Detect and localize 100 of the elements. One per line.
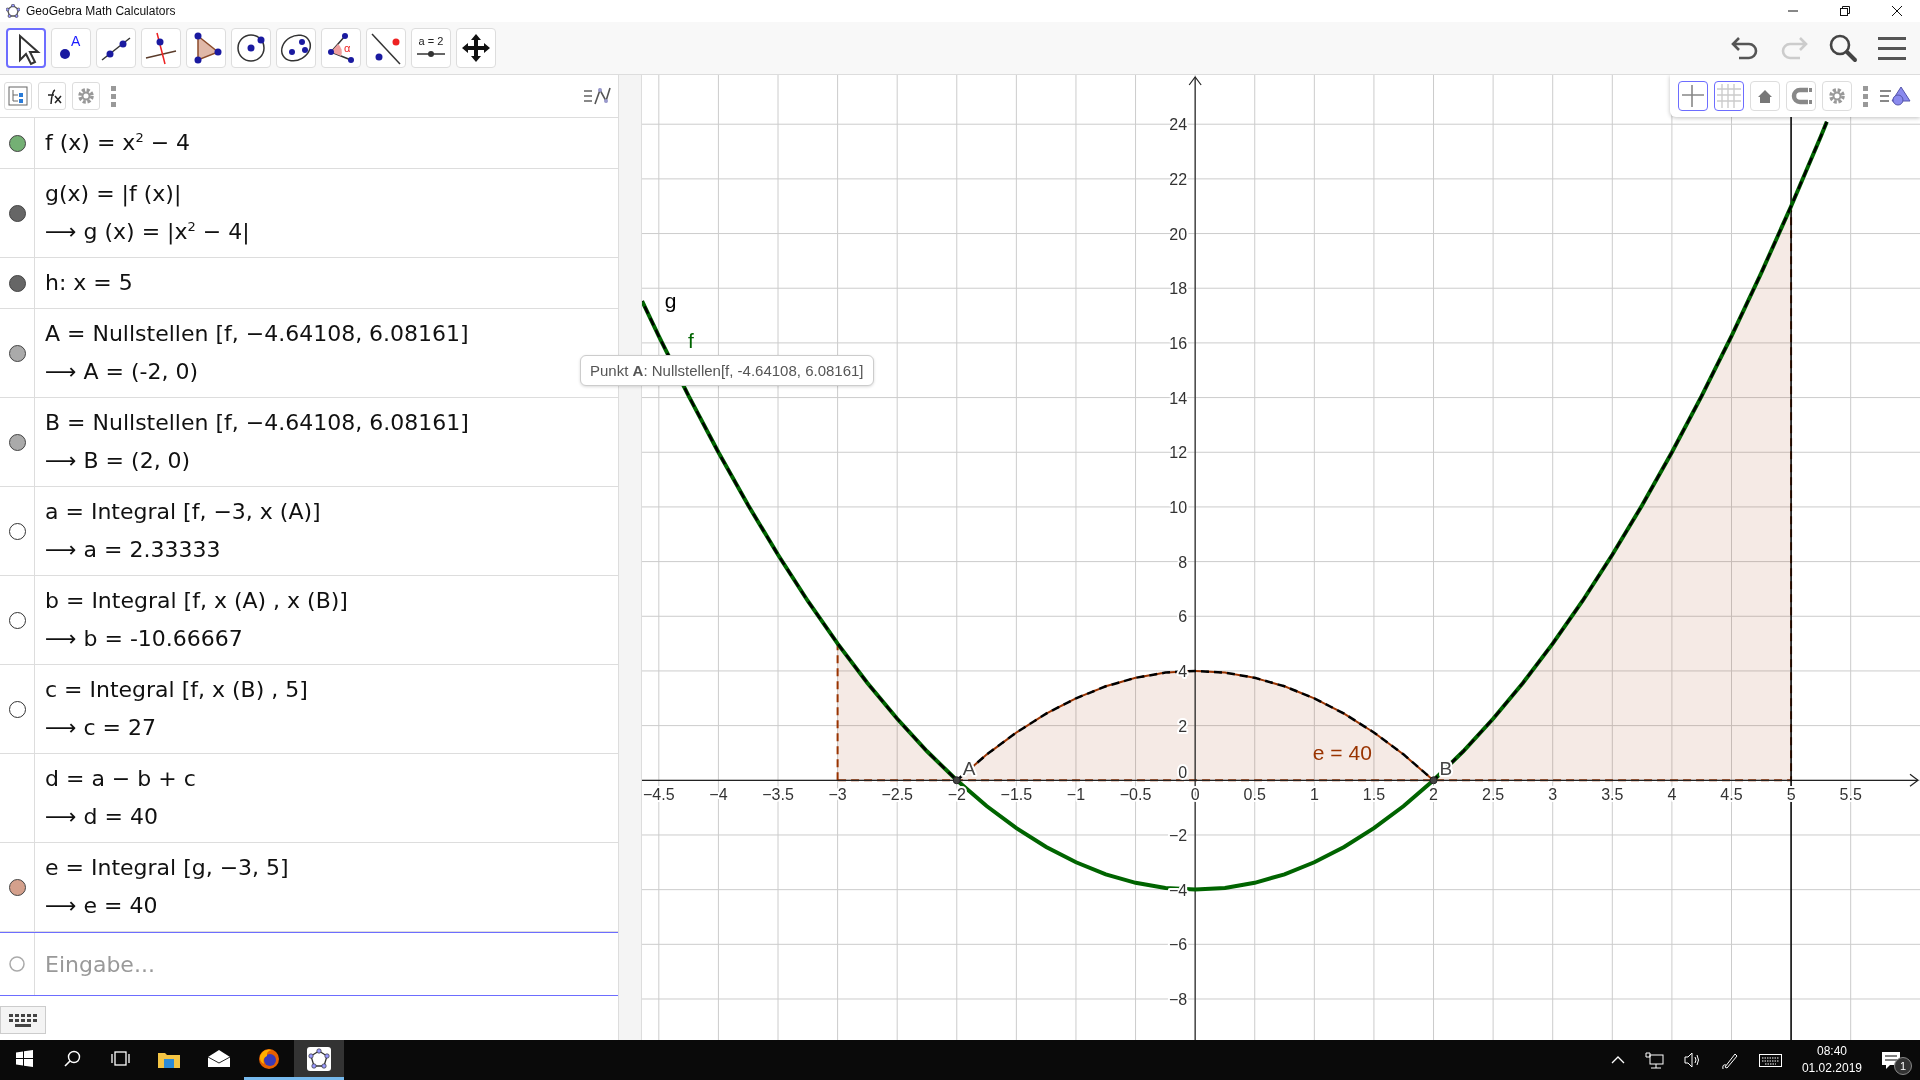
settings-button[interactable] xyxy=(72,82,100,110)
magnet-icon xyxy=(1790,86,1812,106)
curve-label: g xyxy=(664,288,677,312)
window-title: GeoGebra Math Calculators xyxy=(26,4,176,18)
input-field[interactable]: Eingabe... xyxy=(35,933,618,995)
result-text: ⟶ B = (2, 0) xyxy=(45,447,192,475)
windows-logo-icon xyxy=(15,1050,33,1067)
grid-button[interactable] xyxy=(1714,81,1744,111)
taskbar-app-button[interactable] xyxy=(294,1040,344,1080)
definition-text: h: x = 5 xyxy=(45,269,133,297)
more-icon xyxy=(1861,85,1869,107)
search-icon xyxy=(63,1050,81,1067)
tick-label: −0.5 xyxy=(1119,786,1152,804)
tick-label: 1.5 xyxy=(1362,786,1386,804)
shapes-icon xyxy=(1879,85,1911,107)
keyboard-icon xyxy=(9,1013,37,1027)
visibility-toggle[interactable] xyxy=(8,134,26,152)
result-text: ⟶ c = 27 xyxy=(45,714,158,742)
tick-label: 2.5 xyxy=(1482,786,1505,804)
pentagon-logo-icon xyxy=(307,1046,331,1071)
visibility-toggle[interactable] xyxy=(8,522,26,540)
tick-label: 5.5 xyxy=(1839,786,1862,804)
grid-icon xyxy=(1716,83,1742,109)
tick-label: −4 xyxy=(709,786,728,804)
tick-label: 2 xyxy=(1178,717,1188,735)
home-icon xyxy=(1756,87,1774,105)
result-text: ⟶ d = 40 xyxy=(45,803,159,831)
tick-label: 4 xyxy=(1667,786,1677,804)
tool-button[interactable] xyxy=(6,28,46,68)
chevron-up-icon xyxy=(1610,1055,1625,1065)
tick-label: −4.5 xyxy=(643,786,675,804)
tick-label: 18 xyxy=(1169,280,1188,298)
definition-text: b = Integral [f, x (A) , x (B)] xyxy=(45,587,348,615)
visibility-toggle[interactable] xyxy=(8,878,26,896)
tick-label: 0 xyxy=(1178,764,1188,782)
speaker-icon xyxy=(1683,1051,1701,1069)
formula-button[interactable] xyxy=(38,82,66,110)
definition-text: a = Integral [f, −3, x (A)] xyxy=(45,498,321,526)
tick-label: 16 xyxy=(1169,334,1188,352)
tooltip: Punkt A: Nullstellen[f, -4.64108, 6.08161] xyxy=(580,355,874,386)
tick-label: 12 xyxy=(1169,444,1188,462)
tick-label: 20 xyxy=(1169,225,1188,243)
clock-time: 08:40 xyxy=(1816,1043,1847,1060)
point-label: B xyxy=(1439,758,1453,780)
pentagon-logo-icon xyxy=(6,4,20,18)
definition-text: d = a − b + c xyxy=(45,765,196,793)
clock-date: 01.02.2019 xyxy=(1801,1060,1862,1077)
visibility-toggle[interactable] xyxy=(8,204,26,222)
algebra-view-button[interactable] xyxy=(4,82,32,110)
sort-graph-icon xyxy=(583,85,613,107)
perpendicular-line-icon xyxy=(143,30,179,66)
help-icon xyxy=(9,956,25,972)
definition-text: B = Nullstellen [f, −4.64108, 6.08161] xyxy=(45,409,469,437)
tick-label: 3 xyxy=(1548,786,1558,804)
close-icon xyxy=(1892,6,1902,16)
tick-label: −3 xyxy=(828,786,847,804)
tick-label: 22 xyxy=(1169,170,1188,188)
definition-text: A = Nullstellen [f, −4.64108, 6.08161] xyxy=(45,320,469,348)
settings-icon xyxy=(1827,86,1847,106)
tick-label: 14 xyxy=(1169,389,1188,407)
visibility-toggle[interactable] xyxy=(8,700,26,718)
visibility-toggle[interactable] xyxy=(8,274,26,292)
settings-button[interactable] xyxy=(1822,81,1852,111)
visibility-toggle[interactable] xyxy=(8,433,26,451)
redo-icon xyxy=(1780,34,1808,62)
keyboard-icon xyxy=(1758,1053,1782,1067)
icon-letter: A xyxy=(71,33,81,49)
point-marker[interactable] xyxy=(952,776,961,785)
icon-letter: α xyxy=(344,42,351,54)
notifications-button[interactable]: 1 xyxy=(1882,1043,1912,1077)
definition-text: c = Integral [f, x (B) , 5] xyxy=(45,676,308,704)
definition-text: f (x) = x$^{2}$ − 4 xyxy=(45,128,191,157)
tick-label: 3.5 xyxy=(1601,786,1624,804)
undo-icon xyxy=(1731,34,1759,62)
notification-count-badge: 1 xyxy=(1894,1057,1912,1075)
envelope-icon xyxy=(208,1050,230,1067)
visibility-toggle[interactable] xyxy=(8,344,26,362)
tool-button[interactable]: a = 2 xyxy=(411,28,451,68)
tick-label: −2 xyxy=(1168,826,1188,844)
curve-label: f xyxy=(687,329,694,353)
keyboard-button[interactable] xyxy=(0,1006,46,1034)
settings-icon xyxy=(76,86,96,106)
tick-label: 10 xyxy=(1169,498,1188,516)
tool-button[interactable]: A xyxy=(51,28,91,68)
snap-button[interactable] xyxy=(1786,81,1816,111)
tick-label: −6 xyxy=(1168,936,1188,954)
task-view-icon xyxy=(110,1050,130,1067)
result-text: ⟶ e = 40 xyxy=(45,892,159,920)
result-text: ⟶ a = 2.33333 xyxy=(45,536,222,564)
more-icon xyxy=(109,85,117,107)
point-marker[interactable] xyxy=(1429,776,1438,785)
visibility-toggle[interactable] xyxy=(8,611,26,629)
tick-label: 6 xyxy=(1178,608,1188,626)
axes-button[interactable] xyxy=(1678,81,1708,111)
tick-label: −8 xyxy=(1168,991,1188,1008)
axes-icon xyxy=(1680,83,1706,109)
tool-button[interactable]: α xyxy=(321,28,361,68)
tick-label: 0.5 xyxy=(1243,786,1266,804)
tick-label: 8 xyxy=(1178,553,1188,571)
home-button[interactable] xyxy=(1750,81,1780,111)
